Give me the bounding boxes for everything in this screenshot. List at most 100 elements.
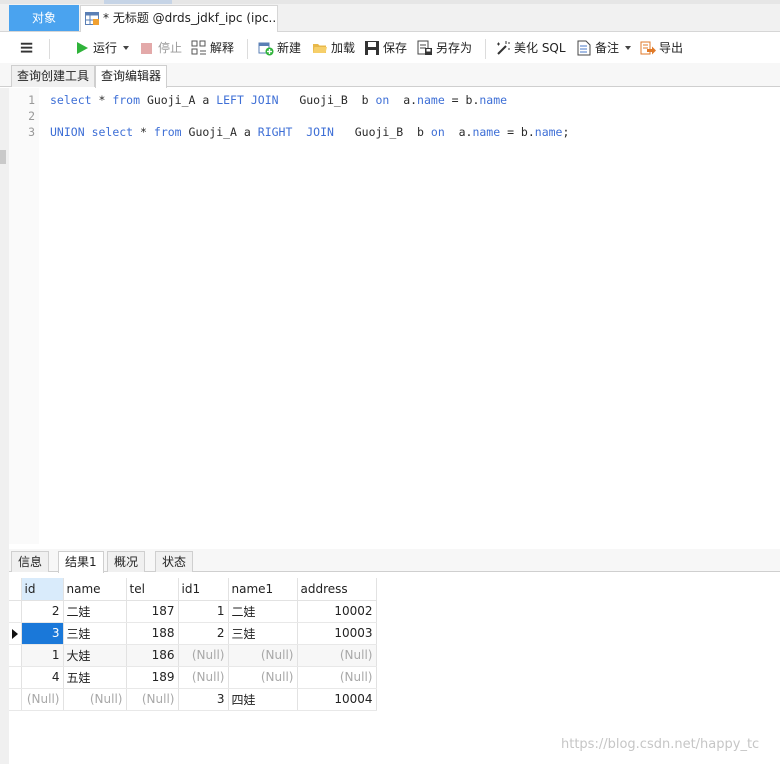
cell-name1[interactable]: 二娃 <box>228 600 298 623</box>
cell-tel[interactable]: 187 <box>126 600 179 623</box>
column-header-name1[interactable]: name1 <box>228 578 298 601</box>
code-line[interactable]: 2 <box>9 108 780 124</box>
column-header-id1[interactable]: id1 <box>178 578 229 601</box>
tab-objects[interactable]: 对象 <box>9 5 79 31</box>
column-header-tel[interactable]: tel <box>126 578 179 601</box>
cell-id1[interactable]: (Null) <box>178 666 229 689</box>
cell-id[interactable]: 2 <box>21 600 64 623</box>
save-button[interactable]: 保存 <box>364 39 407 57</box>
table-row[interactable]: 3 三娃 188 2 三娃 10003 <box>9 622 377 645</box>
cell-address[interactable]: 10003 <box>297 622 377 645</box>
cell-id[interactable]: (Null) <box>21 688 64 711</box>
cell-id[interactable]: 4 <box>21 666 64 689</box>
load-label: 加载 <box>331 41 356 55</box>
sql-keyword: on <box>430 125 445 139</box>
new-label: 新建 <box>277 41 302 55</box>
tab-result1[interactable]: 结果1 <box>58 551 104 573</box>
cell-tel[interactable]: 189 <box>126 666 179 689</box>
row-indicator[interactable] <box>9 622 22 645</box>
cell-id1[interactable]: 1 <box>178 600 229 623</box>
cell-name[interactable]: (Null) <box>63 688 127 711</box>
cell-id1[interactable]: 2 <box>178 622 229 645</box>
run-button[interactable]: 运行 <box>74 39 130 57</box>
left-panel-strip <box>0 88 9 764</box>
cell-id[interactable]: 3 <box>21 622 64 645</box>
beautify-sql-button[interactable]: 美化 SQL <box>495 39 566 57</box>
column-header-id[interactable]: id <box>21 578 64 601</box>
tab-status[interactable]: 状态 <box>155 551 194 572</box>
cell-id1[interactable]: (Null) <box>178 644 229 667</box>
sql-keyword: from <box>153 125 182 139</box>
panel-collapse-handle[interactable] <box>0 150 6 164</box>
load-button[interactable]: 加载 <box>312 39 355 57</box>
new-button[interactable]: 新建 <box>258 39 301 57</box>
cell-name1[interactable]: 四娃 <box>228 688 298 711</box>
table-row[interactable]: 2 二娃 187 1 二娃 10002 <box>9 600 377 623</box>
sql-keyword: name <box>417 93 445 107</box>
cell-name1[interactable]: (Null) <box>228 644 298 667</box>
cell-address[interactable]: 10002 <box>297 600 377 623</box>
sql-text: Guoji_A a <box>140 93 217 107</box>
row-indicator[interactable] <box>9 600 22 623</box>
row-indicator[interactable] <box>9 644 22 667</box>
sql-keyword: RIGHT <box>257 125 293 139</box>
column-header-address[interactable]: address <box>297 578 377 601</box>
cell-name1[interactable]: (Null) <box>228 666 298 689</box>
tab-query-builder[interactable]: 查询创建工具 <box>11 65 96 87</box>
column-header-name[interactable]: name <box>63 578 127 601</box>
top-strip <box>0 0 780 4</box>
document-tab-bar: 对象 * 无标题 @drds_jdkf_ipc (ipc... <box>0 0 780 32</box>
export-button[interactable]: 导出 <box>640 39 683 57</box>
cell-tel[interactable]: 188 <box>126 622 179 645</box>
save-as-button[interactable]: 另存为 <box>417 39 472 57</box>
tab-info[interactable]: 信息 <box>11 551 50 572</box>
menu-button[interactable] <box>20 39 37 57</box>
cell-tel[interactable]: (Null) <box>126 688 179 711</box>
tab-query-editor[interactable]: 查询编辑器 <box>95 65 168 88</box>
cell-id[interactable]: 1 <box>21 644 64 667</box>
stop-label: 停止 <box>158 41 183 55</box>
cell-address[interactable]: (Null) <box>297 666 377 689</box>
cell-tel[interactable]: 186 <box>126 644 179 667</box>
tab-overview[interactable]: 概况 <box>107 551 146 572</box>
note-label: 备注 <box>595 41 620 55</box>
explain-icon <box>191 40 206 55</box>
sql-editor[interactable]: 1 select * from Guoji_A a LEFT JOIN Guoji… <box>9 88 780 544</box>
tab-untitled-query[interactable]: * 无标题 @drds_jdkf_ipc (ipc... <box>80 5 278 32</box>
row-indicator[interactable] <box>9 666 22 689</box>
run-dropdown-caret-icon[interactable] <box>123 45 130 50</box>
note-dropdown-caret-icon[interactable] <box>625 45 632 50</box>
run-label: 运行 <box>93 41 118 55</box>
explain-button[interactable]: 解释 <box>191 39 234 57</box>
cell-address[interactable]: 10004 <box>297 688 377 711</box>
code-line[interactable]: 3 UNION select * from Guoji_A a RIGHT JOI… <box>9 124 780 140</box>
result-grid[interactable]: id name tel id1 name1 address 2 二娃 187 1 二娃 1… <box>9 578 377 711</box>
cell-name1[interactable]: 三娃 <box>228 622 298 645</box>
save-disk-icon <box>365 41 379 55</box>
row-indicator[interactable] <box>9 688 22 711</box>
table-row[interactable]: 1 大娃 186 (Null) (Null) (Null) <box>9 644 377 667</box>
watermark-text: https://blog.csdn.net/happy_tc <box>561 737 760 752</box>
note-button[interactable]: 备注 <box>576 39 632 57</box>
cell-id1[interactable]: 3 <box>178 688 229 711</box>
sql-keyword: name <box>534 125 563 139</box>
table-row[interactable]: 4 五娃 189 (Null) (Null) (Null) <box>9 666 377 689</box>
cell-address[interactable]: (Null) <box>297 644 377 667</box>
line-number: 1 <box>28 93 35 107</box>
play-icon <box>77 42 88 54</box>
row-indicator-header <box>9 578 22 601</box>
table-row[interactable]: (Null) (Null) (Null) 3 四娃 10004 <box>9 688 377 711</box>
cell-name[interactable]: 五娃 <box>63 666 127 689</box>
code-line[interactable]: 1 select * from Guoji_A a LEFT JOIN Guoji… <box>9 92 780 108</box>
sql-text: Guoji_A a <box>181 125 258 139</box>
cell-name[interactable]: 二娃 <box>63 600 127 623</box>
cell-name[interactable]: 三娃 <box>63 622 127 645</box>
sql-keyword: from <box>112 93 141 107</box>
line-number-gutter <box>9 88 39 544</box>
cell-name[interactable]: 大娃 <box>63 644 127 667</box>
current-row-arrow-icon <box>12 628 18 639</box>
stop-button[interactable]: 停止 <box>139 39 182 57</box>
